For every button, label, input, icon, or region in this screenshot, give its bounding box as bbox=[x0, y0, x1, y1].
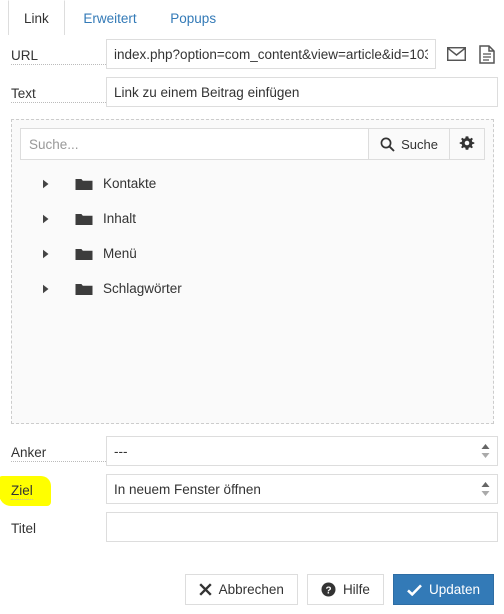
ziel-label-wrap: Ziel bbox=[0, 476, 106, 506]
search-button-label: Suche bbox=[401, 136, 438, 152]
text-input[interactable] bbox=[106, 77, 498, 107]
tab-popups[interactable]: Popups bbox=[155, 1, 231, 36]
settings-button[interactable] bbox=[450, 128, 485, 160]
envelope-icon[interactable] bbox=[445, 42, 467, 66]
tree-row-kontakte[interactable]: Kontakte bbox=[20, 166, 485, 201]
cancel-button[interactable]: Abbrechen bbox=[184, 574, 298, 605]
text-row: Text bbox=[0, 73, 504, 111]
titel-row: Titel bbox=[0, 508, 504, 546]
document-icon[interactable] bbox=[476, 42, 498, 66]
anker-select[interactable]: --- bbox=[106, 436, 498, 466]
folder-icon bbox=[75, 247, 93, 261]
titel-control bbox=[106, 512, 498, 542]
titel-input[interactable] bbox=[106, 512, 498, 542]
ziel-control: In neuem Fenster öffnen bbox=[106, 474, 498, 504]
question-circle-icon: ? bbox=[321, 582, 336, 597]
help-button-label: Hilfe bbox=[342, 582, 370, 597]
search-row: Suche bbox=[20, 128, 485, 160]
update-button[interactable]: Updaten bbox=[392, 574, 494, 605]
url-control bbox=[106, 39, 498, 69]
anker-label: Anker bbox=[11, 445, 106, 462]
update-button-label: Updaten bbox=[428, 582, 480, 597]
search-button[interactable]: Suche bbox=[368, 128, 450, 160]
tree-row-inhalt[interactable]: Inhalt bbox=[20, 201, 485, 236]
text-control bbox=[106, 77, 498, 107]
url-label: URL bbox=[11, 48, 106, 65]
text-label: Text bbox=[11, 86, 106, 103]
help-button[interactable]: ? Hilfe bbox=[306, 574, 384, 605]
dialog-footer: Abbrechen ? Hilfe Updaten bbox=[0, 574, 494, 605]
svg-text:?: ? bbox=[325, 585, 331, 596]
close-x-icon bbox=[198, 583, 212, 596]
tree-label: Menü bbox=[103, 246, 137, 261]
folder-icon bbox=[75, 282, 93, 296]
link-browser-panel: Suche Kontakte bbox=[11, 119, 494, 424]
search-input[interactable] bbox=[20, 128, 369, 160]
ziel-row: Ziel In neuem Fenster öffnen bbox=[0, 470, 504, 508]
folder-icon bbox=[75, 177, 93, 191]
tree-label: Inhalt bbox=[103, 211, 137, 226]
chevron-right-icon[interactable] bbox=[42, 249, 56, 259]
folder-tree: Kontakte Inhalt Menü Schlagwörter bbox=[20, 160, 485, 306]
folder-icon bbox=[75, 212, 93, 226]
chevron-right-icon[interactable] bbox=[42, 214, 56, 224]
tree-row-menu[interactable]: Menü bbox=[20, 236, 485, 271]
titel-label: Titel bbox=[11, 521, 37, 536]
check-icon bbox=[407, 583, 422, 596]
tree-row-schlagworter[interactable]: Schlagwörter bbox=[20, 271, 485, 306]
gear-icon bbox=[459, 136, 475, 152]
url-row: URL bbox=[0, 35, 504, 73]
chevron-right-icon[interactable] bbox=[42, 179, 56, 189]
tree-label: Kontakte bbox=[103, 176, 157, 191]
tab-erweitert[interactable]: Erweitert bbox=[68, 1, 151, 36]
ziel-select[interactable]: In neuem Fenster öffnen bbox=[106, 474, 498, 504]
ziel-label: Ziel bbox=[11, 483, 33, 500]
chevron-right-icon[interactable] bbox=[42, 284, 56, 294]
magnifier-icon bbox=[380, 137, 395, 152]
anker-control: --- bbox=[106, 436, 498, 466]
tree-label: Schlagwörter bbox=[103, 281, 182, 296]
tab-link[interactable]: Link bbox=[8, 0, 65, 35]
anker-row: Anker --- bbox=[0, 432, 504, 470]
url-input[interactable] bbox=[106, 39, 436, 69]
dialog-tabbar: Link Erweitert Popups bbox=[0, 0, 504, 35]
cancel-button-label: Abbrechen bbox=[218, 582, 284, 597]
